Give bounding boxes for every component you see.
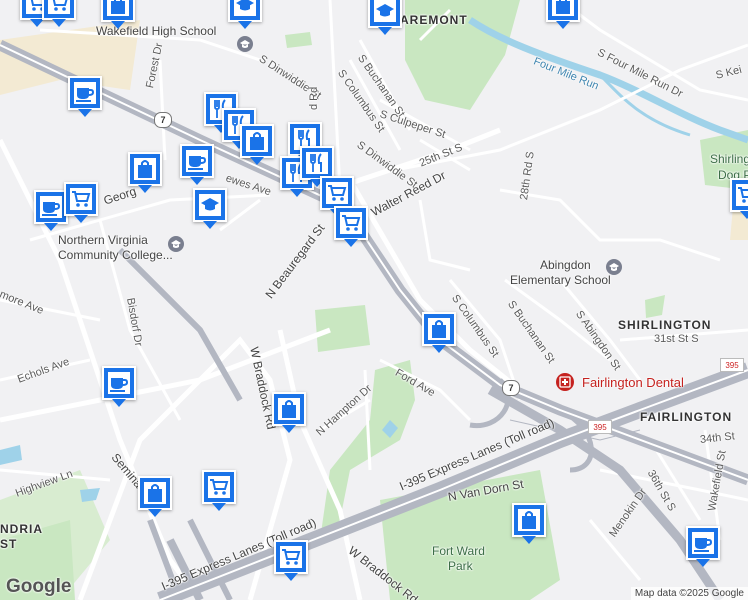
- shopping-cart-pin[interactable]: [202, 470, 236, 511]
- school-pin[interactable]: [193, 188, 227, 229]
- school-pin[interactable]: [368, 0, 402, 35]
- shopping-cart-pin[interactable]: [42, 0, 76, 27]
- alexandria-label-2: ST: [0, 537, 18, 551]
- route-7-shield: 7: [502, 380, 520, 396]
- claremont-area-label: AREMONT: [400, 13, 468, 27]
- school-poi-icon[interactable]: [168, 236, 184, 257]
- shopping-bag-icon: [246, 130, 268, 152]
- nova-college-label-1[interactable]: Northern Virginia: [58, 233, 148, 247]
- shopping-bag-pin[interactable]: [546, 0, 580, 29]
- shopping-bag-icon: [518, 509, 540, 531]
- coffee-cup-icon: [186, 150, 208, 172]
- shopping-bag-pin[interactable]: [422, 312, 456, 353]
- fairlington-area-label: FAIRLINGTON: [640, 410, 733, 424]
- shopping-bag-pin[interactable]: [272, 392, 306, 433]
- cafe-pin[interactable]: [34, 190, 68, 231]
- fairlington-dental-label[interactable]: Fairlington Dental: [582, 375, 684, 390]
- shopping-cart-icon: [280, 546, 302, 568]
- shopping-cart-icon: [48, 0, 70, 14]
- map-canvas[interactable]: Wakefield High School AREMONT S Four Mil…: [0, 0, 748, 600]
- shopping-bag-pin[interactable]: [240, 124, 274, 165]
- coffee-cup-icon: [74, 82, 96, 104]
- dental-hospital-icon[interactable]: [556, 373, 574, 396]
- graduation-cap-icon: [374, 0, 396, 22]
- i395-shield: 395: [720, 358, 744, 372]
- 31st-st-s-label: 31st St S: [654, 333, 699, 345]
- fort-ward-park-label-2[interactable]: Park: [448, 559, 473, 573]
- cafe-pin[interactable]: [68, 76, 102, 117]
- abingdon-label-1[interactable]: Abingdon: [540, 258, 591, 272]
- map-attribution[interactable]: Map data ©2025 Google: [630, 587, 748, 600]
- nova-college-label-2[interactable]: Community College...: [58, 248, 173, 262]
- cafe-pin[interactable]: [686, 526, 720, 567]
- google-logo: Google: [6, 576, 72, 597]
- shirlington-area-label: SHIRLINGTON: [618, 318, 712, 332]
- route-7-shield: 7: [154, 112, 172, 128]
- coffee-cup-icon: [40, 196, 62, 218]
- coffee-cup-icon: [692, 532, 714, 554]
- shopping-bag-pin[interactable]: [512, 503, 546, 544]
- shopping-cart-pin[interactable]: [274, 540, 308, 581]
- school-poi-icon[interactable]: [606, 259, 622, 280]
- shopping-cart-pin[interactable]: [64, 182, 98, 223]
- restaurant-icon: [306, 152, 328, 174]
- shopping-bag-icon: [278, 398, 300, 420]
- restaurant-pin[interactable]: [300, 146, 334, 187]
- shopping-cart-pin[interactable]: [320, 176, 354, 217]
- shopping-cart-icon: [326, 182, 348, 204]
- school-pin[interactable]: [228, 0, 262, 29]
- i395-shield: 395: [588, 420, 612, 434]
- school-poi-icon[interactable]: [237, 36, 253, 57]
- shirlington-dog-park-label: Shirling: [710, 152, 748, 166]
- graduation-cap-icon: [199, 194, 221, 216]
- shopping-bag-pin[interactable]: [138, 476, 172, 517]
- shopping-bag-icon: [107, 0, 129, 16]
- shopping-bag-icon: [144, 482, 166, 504]
- alexandria-label-1: NDRIA: [0, 522, 43, 536]
- cafe-pin[interactable]: [180, 144, 214, 185]
- shopping-bag-pin[interactable]: [101, 0, 135, 29]
- shopping-cart-icon: [340, 212, 362, 234]
- cafe-pin[interactable]: [102, 366, 136, 407]
- rd-partial-label: d Rd: [308, 86, 320, 110]
- abingdon-label-2[interactable]: Elementary School: [510, 273, 611, 287]
- shopping-bag-icon: [552, 0, 574, 16]
- shopping-cart-pin[interactable]: [334, 206, 368, 247]
- shopping-bag-pin[interactable]: [128, 152, 162, 193]
- shopping-bag-icon: [134, 158, 156, 180]
- graduation-cap-icon: [234, 0, 256, 16]
- fort-ward-park-label-1[interactable]: Fort Ward: [432, 544, 485, 558]
- coffee-cup-icon: [108, 372, 130, 394]
- shopping-cart-icon: [208, 476, 230, 498]
- shopping-cart-icon: [70, 188, 92, 210]
- shopping-bag-icon: [428, 318, 450, 340]
- shopping-cart-pin[interactable]: [730, 178, 748, 219]
- shopping-cart-icon: [736, 184, 748, 206]
